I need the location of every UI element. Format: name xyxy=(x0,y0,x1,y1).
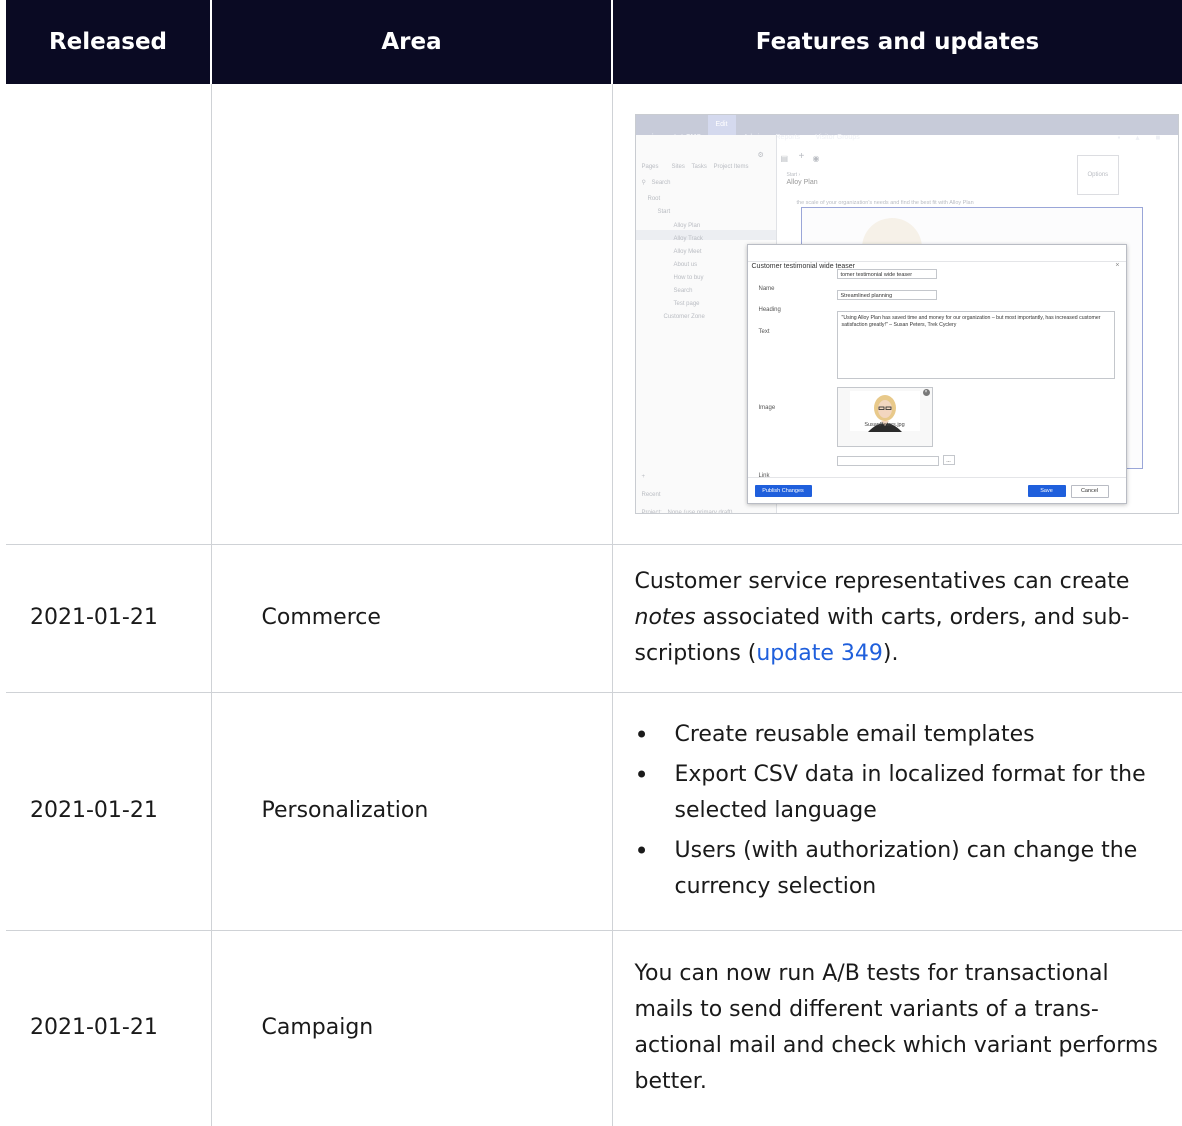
dialog-footer-divider xyxy=(747,476,1126,478)
table-row: epi ⋮⋮⋮ CMS Edit Admin Reports Visitor G… xyxy=(6,84,1182,545)
search-icon: ⚲ xyxy=(641,179,646,186)
list-item: Export CSV data in localized format for … xyxy=(625,757,1169,829)
close-icon: × xyxy=(1115,261,1120,269)
released-cell: 2021-01-21 xyxy=(6,692,212,931)
area-cell: Commerce xyxy=(211,544,613,693)
tree-item: Start xyxy=(657,208,671,215)
released-cell: 2021-01-21 xyxy=(6,544,212,693)
tab-sites: Sites xyxy=(671,163,685,170)
image-field: × SusanPeters.jpg xyxy=(836,386,933,447)
block-edit-dialog: Customer testimonial wide teaser × Name … xyxy=(746,243,1127,504)
area-cell: Personalization xyxy=(211,692,613,931)
header-area: Area xyxy=(211,0,613,84)
project-label: Project: xyxy=(641,509,662,514)
table-row: 2021-01-21 Personalization Create reusab… xyxy=(6,692,1182,931)
cms-topbar: epi ⋮⋮⋮ CMS Edit Admin Reports Visitor G… xyxy=(635,114,1178,142)
heading-field: Streamlined planning xyxy=(836,289,937,300)
features-emphasis: notes xyxy=(634,605,696,630)
released-cell: 2021-01-21 xyxy=(6,930,212,1126)
link-field xyxy=(836,455,939,466)
release-notes-table: Released Area Features and updates epi ⋮… xyxy=(6,0,1182,1126)
features-cell: Create reusable email templates Export C… xyxy=(612,692,1182,931)
tab-project-items: Project Items xyxy=(713,163,749,170)
features-text: ). xyxy=(882,641,899,666)
gear-icon: ⚙ xyxy=(757,151,764,159)
update-link[interactable]: update 349 xyxy=(756,641,883,666)
header-features: Features and updates xyxy=(612,0,1182,84)
image-filename: SusanPeters.jpg xyxy=(864,421,905,428)
options-button: Options xyxy=(1076,154,1120,195)
table-row: 2021-01-21 Commerce Customer service rep… xyxy=(6,544,1182,693)
features-cell: Customer service representatives can cre… xyxy=(612,544,1182,693)
text-field: "Using Alloy Plan has saved time and mon… xyxy=(836,310,1115,379)
area-cell: Campaign xyxy=(211,930,613,1126)
cancel-button: Cancel xyxy=(1070,484,1109,498)
released-cell xyxy=(6,84,212,545)
publish-changes-button: Publish Changes xyxy=(754,484,812,497)
tree-item: Customer Zone xyxy=(663,313,705,320)
features-cell: You can now run A/B tests for transactio… xyxy=(634,961,1158,1095)
features-text: Customer service representatives can cre… xyxy=(634,569,1130,594)
name-field: tomer testimonial wide teaser xyxy=(836,268,937,279)
list-item: Users (with authorization) can change th… xyxy=(625,833,1169,905)
area-cell xyxy=(211,84,613,545)
feature-list: Create reusable email templates Export C… xyxy=(625,717,1169,905)
cms-screenshot: epi ⋮⋮⋮ CMS Edit Admin Reports Visitor G… xyxy=(634,113,1179,514)
dialog-divider xyxy=(747,260,1126,262)
link-browse-button: ... xyxy=(942,454,955,465)
tree-selection xyxy=(635,229,776,240)
list-item: Create reusable email templates xyxy=(625,717,1169,753)
tab-tasks: Tasks xyxy=(691,163,707,170)
header-released: Released xyxy=(6,0,212,84)
text-label: Text xyxy=(758,328,770,335)
table-row: 2021-01-21 Campaign You can now run A/B … xyxy=(6,930,1182,1126)
table-header-row: Released Area Features and updates xyxy=(6,0,1182,84)
save-button: Save xyxy=(1027,484,1066,497)
tab-edit: Edit xyxy=(707,114,736,135)
image-label: Image xyxy=(758,404,776,411)
project-value: None (use primary draft) xyxy=(667,509,733,514)
release-notes-page: Released Area Features and updates epi ⋮… xyxy=(6,0,1182,1126)
features-cell: epi ⋮⋮⋮ CMS Edit Admin Reports Visitor G… xyxy=(612,84,1182,545)
